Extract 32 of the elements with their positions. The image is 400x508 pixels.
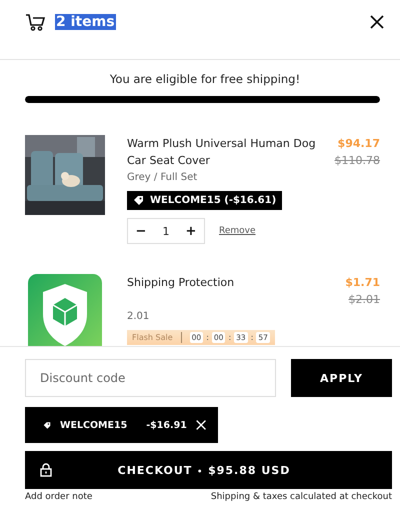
variant-label: 2.01 bbox=[127, 311, 150, 322]
sale-price: $1.71 bbox=[345, 275, 380, 291]
discount-code: WELCOME15 bbox=[60, 420, 128, 430]
shield-icon bbox=[25, 274, 105, 346]
tax-note: Shipping & taxes calculated at checkout bbox=[210, 492, 392, 502]
shipping-message: You are eligible for free shipping! bbox=[108, 72, 302, 86]
product-title[interactable]: Warm Plush Universal Human Dog Car Seat Cover bbox=[127, 135, 326, 169]
discount-code-field[interactable]: Discount code bbox=[25, 359, 276, 397]
sale-price: $94.17 bbox=[336, 136, 380, 152]
discount-tag: WELCOME15 (-$16.61) bbox=[127, 191, 282, 210]
lock-icon bbox=[40, 463, 52, 477]
product-title[interactable]: Shipping Protection bbox=[127, 274, 234, 308]
checkout-button[interactable]: CHECKOUT • $95.88 USD bbox=[25, 451, 392, 489]
close-icon[interactable] bbox=[370, 14, 384, 28]
increase-button[interactable]: + bbox=[178, 224, 204, 238]
original-price: $2.01 bbox=[348, 292, 380, 308]
apply-button[interactable]: APPLY bbox=[291, 359, 392, 397]
flash-sale-label: Flash Sale bbox=[132, 333, 173, 342]
timer-separator: : bbox=[227, 333, 232, 342]
tag-icon bbox=[43, 420, 51, 430]
add-order-note-link[interactable]: Add order note bbox=[25, 492, 92, 502]
tag-icon bbox=[133, 195, 144, 206]
timer-separator: : bbox=[250, 333, 254, 342]
decrease-button[interactable]: − bbox=[128, 224, 154, 238]
variant-label: Grey / Full Set bbox=[127, 172, 198, 183]
remove-link[interactable]: Remove bbox=[219, 226, 256, 236]
discount-amount: -$16.91 bbox=[146, 420, 187, 430]
quantity-value: 1 bbox=[162, 224, 170, 238]
timer-separator: : bbox=[205, 333, 210, 342]
original-price: $110.78 bbox=[334, 153, 380, 169]
cart-title: 2 items bbox=[55, 14, 116, 30]
cart-icon[interactable] bbox=[25, 12, 45, 30]
